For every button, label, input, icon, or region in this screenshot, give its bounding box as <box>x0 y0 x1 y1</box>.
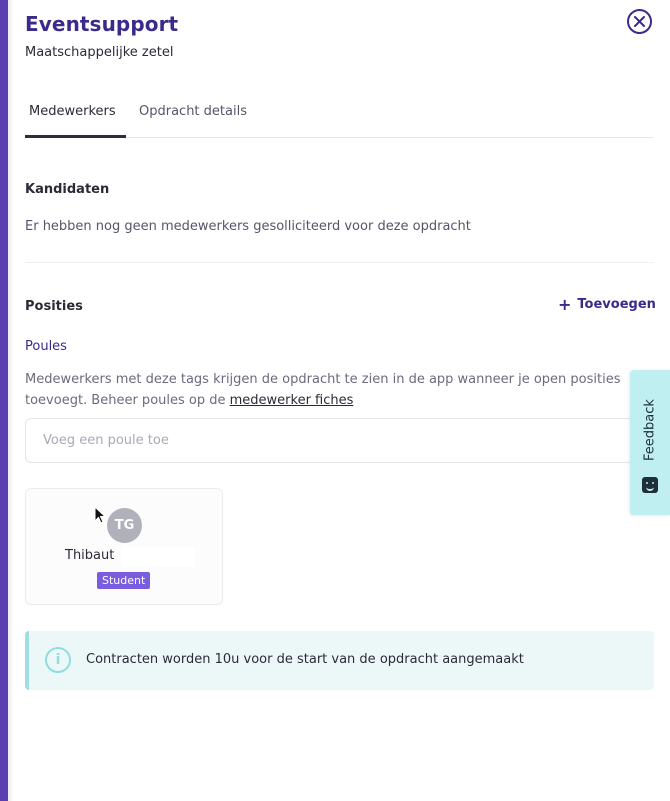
feedback-label: Feedback <box>642 399 658 461</box>
close-icon <box>634 16 645 27</box>
section-divider <box>25 262 654 263</box>
smiley-icon <box>642 477 658 493</box>
close-button[interactable] <box>627 9 652 34</box>
add-position-label: Toevoegen <box>577 297 656 312</box>
info-icon: i <box>45 647 71 673</box>
add-position-button[interactable]: + Toevoegen <box>558 295 656 314</box>
assignment-detail-panel: Eventsupport Maatschappelijke zetel Mede… <box>14 0 670 801</box>
poules-heading: Poules <box>25 339 67 354</box>
medewerker-fiches-link[interactable]: medewerker fiches <box>230 393 354 408</box>
candidates-empty-text: Er hebben nog geen medewerkers gesollici… <box>25 219 471 234</box>
positions-heading: Posities <box>25 299 83 314</box>
role-badge: Student <box>97 572 151 589</box>
contract-info-text: Contracten worden 10u voor de start van … <box>86 652 524 667</box>
feedback-button[interactable]: Feedback <box>630 370 670 515</box>
tab-bar: Medewerkers Opdracht details <box>25 100 654 138</box>
tab-opdracht-details[interactable]: Opdracht details <box>139 104 247 119</box>
redacted-surname <box>121 547 195 567</box>
avatar: TG <box>107 508 142 543</box>
plus-icon: + <box>558 295 572 314</box>
mouse-cursor-icon <box>94 506 106 524</box>
candidates-heading: Kandidaten <box>25 182 110 197</box>
worker-name: Thibaut <box>65 548 115 563</box>
page-subtitle: Maatschappelijke zetel <box>25 45 174 60</box>
contract-info-banner: i Contracten worden 10u voor de start va… <box>25 631 654 690</box>
sidebar-edge <box>0 0 8 801</box>
worker-card[interactable]: TG Thibaut Student <box>25 488 223 605</box>
page-title: Eventsupport <box>25 12 179 36</box>
poule-input[interactable] <box>25 418 635 463</box>
active-tab-indicator <box>25 135 126 138</box>
poules-description: Medewerkers met deze tags krijgen de opd… <box>25 369 635 411</box>
tab-medewerkers[interactable]: Medewerkers <box>29 104 116 119</box>
